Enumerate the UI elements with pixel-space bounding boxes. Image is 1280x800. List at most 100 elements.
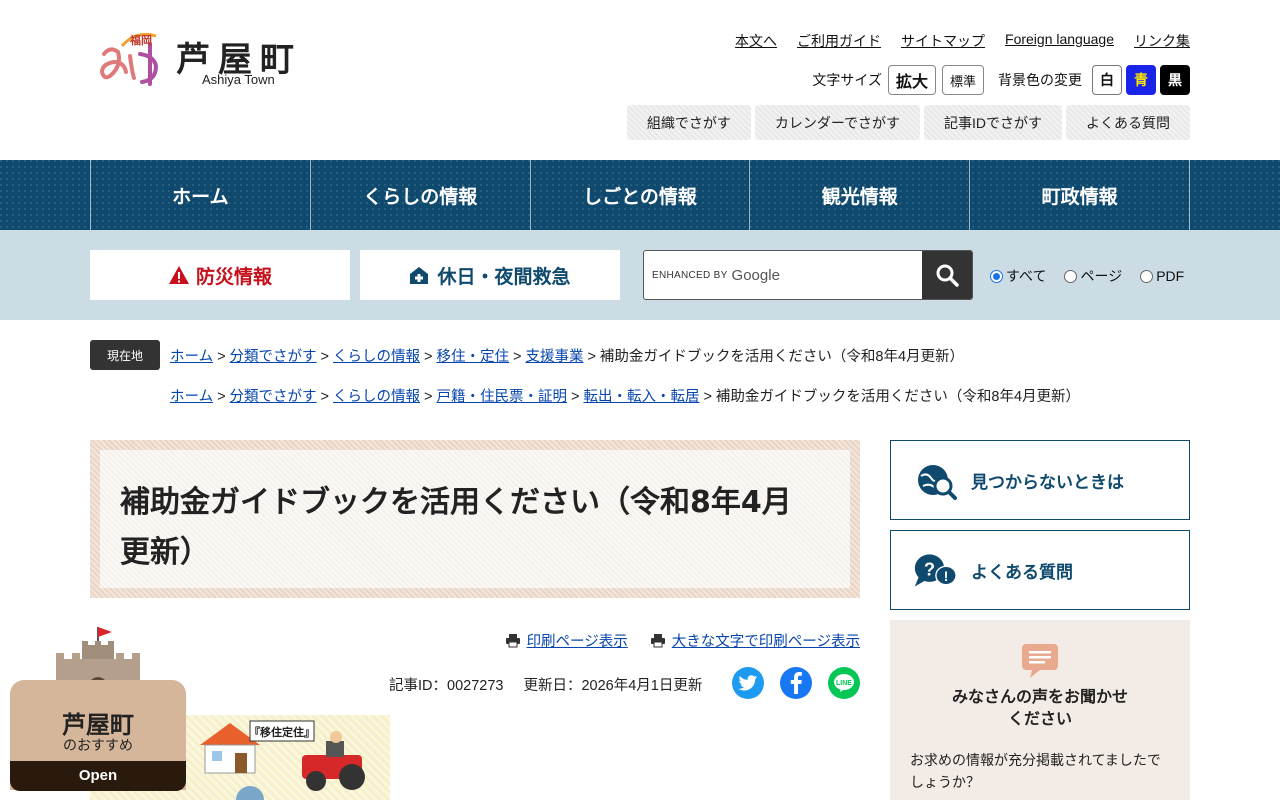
print-large-item: 大きな文字で印刷ページ表示	[650, 630, 860, 651]
emergency-care-button[interactable]: 休日・夜間救急	[360, 250, 620, 300]
recommend-subtitle: のおすすめ	[63, 738, 133, 754]
not-found-help-button[interactable]: 見つからないときは	[890, 440, 1190, 520]
disaster-info-label: 防災情報	[195, 265, 272, 288]
breadcrumb-link[interactable]: 支援事業	[525, 349, 583, 365]
sitemap-link[interactable]: サイトマップ	[901, 31, 985, 51]
breadcrumb-link[interactable]: 転出・転入・転居	[583, 389, 699, 405]
not-found-help-label: 見つからないときは	[971, 472, 1124, 493]
nav-living-info[interactable]: くらしの情報	[311, 160, 531, 230]
feedback-title-line1: みなさんの声をお聞かせ	[951, 687, 1128, 706]
search-button[interactable]	[922, 251, 972, 299]
printer-icon	[505, 634, 520, 648]
faq-bubble-icon: ? !	[913, 550, 957, 590]
search-scope-radios: すべて ページ PDF	[990, 266, 1184, 286]
twitter-share-button[interactable]	[732, 667, 764, 699]
font-standard-button[interactable]: 標準	[941, 65, 984, 95]
bg-blue-button[interactable]: 青	[1126, 65, 1156, 95]
svg-text:『移住定住』: 『移住定住』	[249, 725, 315, 739]
breadcrumb-separator: >	[424, 389, 433, 405]
nav-tourism-info[interactable]: 観光情報	[750, 160, 971, 230]
usage-guide-link[interactable]: ご利用ガイド	[797, 31, 881, 51]
scope-pdf-radio[interactable]: PDF	[1140, 268, 1184, 284]
search-by-calendar-button[interactable]: カレンダーでさがす	[754, 105, 920, 140]
quick-access-band: 防災情報 休日・夜間救急 ENHANCED BY Google すべて ページ	[0, 230, 1280, 320]
breadcrumb-link[interactable]: ホーム	[170, 349, 213, 365]
svg-text:?: ?	[924, 559, 935, 580]
breadcrumb-separator: >	[587, 349, 596, 365]
search-input[interactable]: ENHANCED BY Google	[644, 251, 922, 299]
line-share-button[interactable]: LINE	[828, 667, 860, 699]
font-enlarge-button[interactable]: 拡大	[887, 65, 936, 95]
breadcrumb-separator: >	[217, 389, 226, 405]
print-page-link[interactable]: 印刷ページ表示	[527, 630, 628, 651]
breadcrumb-link[interactable]: くらしの情報	[333, 389, 420, 405]
feedback-title-line2: ください	[1007, 709, 1072, 728]
search-by-organization-button[interactable]: 組織でさがす	[626, 105, 751, 140]
search-by-tabs: 組織でさがす カレンダーでさがす 記事IDでさがす よくある質問	[626, 105, 1190, 140]
global-nav: ホーム くらしの情報 しごとの情報 観光情報 町政情報	[0, 160, 1280, 230]
article-title-box: 補助金ガイドブックを活用ください（令和8年4月更新）	[90, 440, 860, 598]
globe-search-icon	[913, 460, 957, 500]
print-links: 印刷ページ表示 大きな文字で印刷ページ表示	[505, 630, 860, 651]
print-large-link[interactable]: 大きな文字で印刷ページ表示	[672, 630, 860, 651]
font-size-label: 文字サイズ	[812, 72, 882, 88]
breadcrumb-link[interactable]: 分類でさがす	[230, 349, 317, 365]
breadcrumb-separator: >	[320, 389, 330, 405]
faq-tab-button[interactable]: よくある質問	[1066, 105, 1190, 140]
breadcrumb-separator: >	[512, 349, 522, 365]
ashiya-logo-mark: 福岡	[99, 32, 159, 86]
svg-text:福岡: 福岡	[129, 33, 152, 47]
breadcrumb-link[interactable]: 戸籍・住民票・証明	[436, 389, 567, 405]
breadcrumb-separator: >	[320, 349, 330, 365]
share-buttons: LINE	[732, 667, 860, 699]
feedback-question: お求めの情報が充分掲載されてましたでしょうか？	[910, 753, 1161, 791]
nav-home[interactable]: ホーム	[91, 160, 311, 230]
links-link[interactable]: リンク集	[1134, 31, 1190, 51]
search-icon	[936, 264, 959, 287]
print-page-item: 印刷ページ表示	[505, 630, 628, 651]
scope-page-radio[interactable]: ページ	[1064, 266, 1122, 286]
nav-business-info[interactable]: しごとの情報	[531, 160, 751, 230]
page-title: 補助金ガイドブックを活用ください（令和8年4月更新）	[120, 485, 792, 570]
printer-icon	[650, 634, 665, 648]
recommend-open-button[interactable]: Open	[10, 761, 186, 791]
scope-pdf-dot[interactable]	[1140, 269, 1154, 283]
scope-page-label: ページ	[1080, 268, 1123, 284]
breadcrumb-link[interactable]: 分類でさがす	[230, 389, 317, 405]
emergency-care-label: 休日・夜間救急	[437, 265, 571, 288]
breadcrumb: ホーム > 分類でさがす > くらしの情報 > 戸籍・住民票・証明 > 転出・転入・転居 > 補助金…	[170, 385, 1080, 406]
breadcrumb: ホーム > 分類でさがす > くらしの情報 > 移住・定住 > 支援事業 > 補助金ガイドブックを活…	[170, 345, 964, 366]
breadcrumb-current: 補助金ガイドブックを活用ください（令和8年4月更新）	[715, 389, 1081, 405]
skip-to-content-link[interactable]: 本文へ	[735, 31, 777, 51]
nav-town-admin-info[interactable]: 町政情報	[970, 160, 1190, 230]
breadcrumb-link[interactable]: ホーム	[170, 389, 213, 405]
recommend-widget[interactable]: 芦屋町 のおすすめ Open	[10, 625, 186, 800]
svg-text:LINE: LINE	[836, 680, 852, 687]
article-updated: 更新日：2026年4月1日更新	[523, 678, 703, 694]
warning-icon	[168, 266, 189, 284]
breadcrumb-separator: >	[424, 349, 433, 365]
disaster-info-button[interactable]: 防災情報	[90, 250, 350, 300]
search-enhanced-label: ENHANCED BY	[652, 269, 728, 281]
current-location-badge: 現在地	[90, 340, 160, 370]
faq-sidebar-label: よくある質問	[971, 562, 1073, 583]
bg-white-button[interactable]: 白	[1092, 65, 1122, 95]
site-logo[interactable]: 福岡 芦屋町 Ashiya Town	[96, 26, 326, 90]
scope-page-dot[interactable]	[1064, 269, 1078, 283]
breadcrumb-link[interactable]: くらしの情報	[333, 349, 420, 365]
feedback-title: みなさんの声をお聞かせ ください	[890, 686, 1190, 730]
faq-sidebar-button[interactable]: ? ! よくある質問	[890, 530, 1190, 610]
foreign-language-link[interactable]: Foreign language	[1005, 31, 1114, 51]
facebook-share-button[interactable]	[780, 667, 812, 699]
scope-all-radio[interactable]: すべて	[990, 266, 1046, 286]
site-header: 福岡 芦屋町 Ashiya Town 本文へ ご利用ガイド サイトマップ For…	[0, 0, 1280, 160]
article-id: 記事ID：0027273	[389, 678, 504, 694]
scope-all-dot[interactable]	[990, 269, 1003, 283]
breadcrumb-current: 補助金ガイドブックを活用ください（令和8年4月更新）	[599, 349, 965, 365]
bg-black-button[interactable]: 黒	[1160, 65, 1190, 95]
search-by-article-id-button[interactable]: 記事IDでさがす	[924, 105, 1062, 140]
facebook-icon	[790, 672, 802, 694]
site-name-en: Ashiya Town	[202, 72, 275, 87]
breadcrumb-link[interactable]: 移住・定住	[436, 349, 509, 365]
hospital-icon	[410, 267, 429, 284]
